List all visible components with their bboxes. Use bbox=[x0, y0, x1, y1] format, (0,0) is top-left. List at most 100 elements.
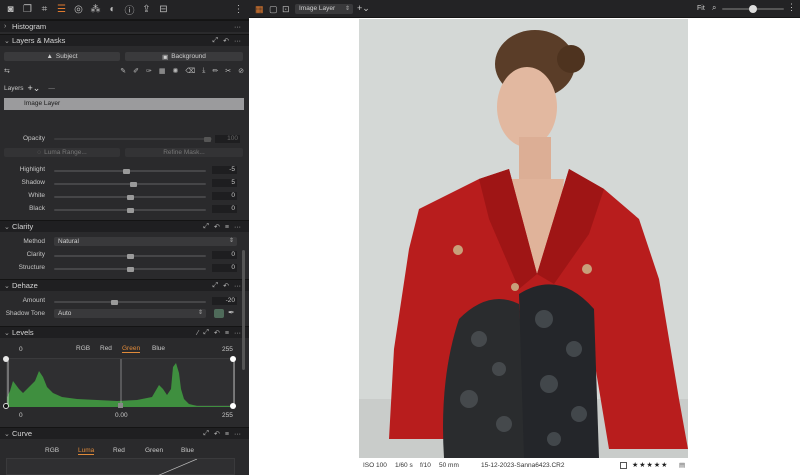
zoom-icon[interactable]: ⌕ bbox=[712, 3, 716, 13]
panel-scrollbar[interactable] bbox=[242, 250, 245, 370]
opacity-value[interactable]: 100 bbox=[215, 135, 240, 143]
levels-black-input-handle[interactable] bbox=[3, 356, 9, 362]
lens-icon[interactable]: ◎ bbox=[72, 3, 85, 16]
more-icon[interactable]: ··· bbox=[234, 330, 241, 337]
levels-mid-handle[interactable] bbox=[118, 403, 123, 408]
erase-icon[interactable]: ✂ bbox=[225, 67, 231, 75]
auto-icon[interactable]: ⤢ bbox=[203, 329, 209, 337]
black-value[interactable]: 0 bbox=[212, 205, 237, 213]
magic-brush-icon[interactable]: ✐ bbox=[133, 67, 139, 75]
black-knob[interactable] bbox=[126, 207, 134, 213]
export-icon[interactable]: ⇪ bbox=[140, 3, 153, 16]
reset-icon[interactable]: ↶ bbox=[214, 329, 220, 337]
levels-white-input-handle[interactable] bbox=[230, 356, 236, 362]
more-icon[interactable]: ··· bbox=[234, 38, 241, 45]
levels-header[interactable]: ⌄ Levels ⁄ ⤢ ↶ ≡ ··· bbox=[0, 326, 249, 338]
list-icon[interactable]: ≡ bbox=[225, 431, 229, 438]
levels-input-low[interactable]: 0 bbox=[19, 346, 23, 353]
refine-mask-button[interactable]: Refine Mask... bbox=[125, 148, 243, 157]
more-icon[interactable]: ··· bbox=[234, 431, 241, 438]
grid-view-icon[interactable]: ▦ bbox=[255, 4, 264, 15]
more-menu-icon[interactable]: ⋮ bbox=[787, 2, 796, 13]
levels-input-high[interactable]: 255 bbox=[222, 346, 233, 353]
luma-range-button[interactable]: ◌ Luma Range... bbox=[4, 148, 120, 157]
structure-knob[interactable] bbox=[126, 266, 134, 272]
reset-icon[interactable]: ↶ bbox=[214, 430, 220, 438]
list-icon[interactable]: ≡ bbox=[225, 224, 229, 231]
levels-tab-green[interactable]: Green bbox=[122, 345, 141, 353]
shadow-value[interactable]: 5 bbox=[212, 179, 237, 187]
levels-white-output-handle[interactable] bbox=[230, 403, 236, 409]
radial-gradient-icon[interactable]: ✺ bbox=[172, 67, 178, 75]
color-tag-icon[interactable]: ▤ bbox=[679, 461, 685, 469]
auto-icon[interactable]: ⤢ bbox=[213, 282, 219, 290]
white-slider[interactable] bbox=[54, 194, 206, 200]
auto-icon[interactable]: ⤢ bbox=[203, 223, 209, 231]
zoom-slider[interactable] bbox=[722, 5, 784, 13]
white-value[interactable]: 0 bbox=[212, 192, 237, 200]
more-icon[interactable]: ··· bbox=[234, 24, 241, 31]
amount-knob[interactable] bbox=[111, 299, 119, 305]
eraser-icon[interactable]: ⌫ bbox=[185, 67, 195, 75]
single-view-icon[interactable]: ▢ bbox=[269, 4, 278, 15]
camera-icon[interactable]: ◙ bbox=[4, 3, 17, 16]
opacity-knob[interactable] bbox=[204, 136, 211, 142]
compare-view-icon[interactable]: ⊡ bbox=[282, 4, 290, 15]
levels-tab-red[interactable]: Red bbox=[100, 345, 112, 352]
swap-icon[interactable]: ⇆ bbox=[4, 67, 10, 75]
remove-layer-icon[interactable]: — bbox=[48, 85, 55, 92]
levels-tab-blue[interactable]: Blue bbox=[152, 345, 165, 352]
sliders-icon[interactable]: ☰ bbox=[55, 3, 68, 16]
add-layer-icon[interactable]: +⌄ bbox=[357, 3, 370, 14]
curve-tab-blue[interactable]: Blue bbox=[181, 447, 194, 454]
list-icon[interactable]: ≡ bbox=[225, 330, 229, 337]
curve-tab-rgb[interactable]: RGB bbox=[45, 447, 59, 454]
levels-output-low[interactable]: 0 bbox=[19, 412, 23, 419]
curve-tab-red[interactable]: Red bbox=[113, 447, 125, 454]
amount-slider[interactable] bbox=[54, 299, 206, 305]
eyedropper-icon[interactable]: ✒ bbox=[228, 308, 235, 317]
fill-mask-icon[interactable]: ⤓ bbox=[202, 67, 205, 75]
levels-mid-value[interactable]: 0.00 bbox=[115, 412, 128, 419]
library-icon[interactable]: ❐ bbox=[21, 3, 34, 16]
reset-icon[interactable]: ↶ bbox=[223, 37, 229, 45]
brush-icon[interactable]: ✎ bbox=[120, 67, 126, 75]
clarity-knob[interactable] bbox=[126, 253, 134, 259]
color-circles-icon[interactable]: ⁂ bbox=[89, 3, 102, 16]
curve-tab-luma[interactable]: Luma bbox=[78, 447, 95, 455]
zoom-knob[interactable] bbox=[749, 5, 757, 13]
curve-tab-green[interactable]: Green bbox=[145, 447, 163, 454]
reset-icon[interactable]: ↶ bbox=[223, 282, 229, 290]
subject-button[interactable]: ▲ Subject bbox=[4, 52, 120, 61]
layer-item-image-layer[interactable]: Image Layer bbox=[4, 98, 244, 110]
reset-icon[interactable]: ↶ bbox=[214, 223, 220, 231]
more-menu-icon[interactable]: ⋮ bbox=[232, 3, 245, 16]
clarity-value[interactable]: 0 bbox=[212, 251, 237, 259]
method-select[interactable]: Natural ⇕ bbox=[54, 237, 237, 246]
paint-icon[interactable]: ✏ bbox=[212, 67, 218, 75]
highlight-slider[interactable] bbox=[54, 168, 206, 174]
histogram-header[interactable]: › Histogram ··· bbox=[0, 20, 249, 32]
highlight-knob[interactable] bbox=[123, 168, 131, 174]
white-knob[interactable] bbox=[126, 194, 134, 200]
levels-tab-rgb[interactable]: RGB bbox=[76, 345, 90, 352]
auto-icon[interactable]: ⤢ bbox=[213, 37, 219, 45]
dehaze-header[interactable]: ⌄ Dehaze ⤢ ↶ ··· bbox=[0, 279, 249, 291]
levels-output-high[interactable]: 255 bbox=[222, 412, 233, 419]
background-button[interactable]: ▣ Background bbox=[125, 52, 243, 61]
structure-slider[interactable] bbox=[54, 266, 206, 272]
clear-icon[interactable]: ⊘ bbox=[238, 67, 244, 75]
more-icon[interactable]: ··· bbox=[234, 283, 241, 290]
auto-icon[interactable]: ⤢ bbox=[203, 430, 209, 438]
clarity-header[interactable]: ⌄ Clarity ⤢ ↶ ≡ ··· bbox=[0, 220, 249, 232]
fit-label[interactable]: Fit bbox=[697, 5, 705, 12]
erase-magic-icon[interactable]: ✑ bbox=[146, 67, 152, 75]
curve-header[interactable]: ⌄ Curve ⤢ ↶ ≡ ··· bbox=[0, 427, 249, 439]
opacity-slider[interactable] bbox=[54, 136, 212, 142]
shadow-tone-swatch[interactable] bbox=[214, 309, 224, 318]
levels-black-output-handle[interactable] bbox=[3, 403, 9, 409]
shadow-tone-select[interactable]: Auto ⇕ bbox=[54, 309, 206, 318]
black-slider[interactable] bbox=[54, 207, 206, 213]
curve-graph[interactable] bbox=[6, 458, 235, 475]
clarity-slider[interactable] bbox=[54, 253, 206, 259]
